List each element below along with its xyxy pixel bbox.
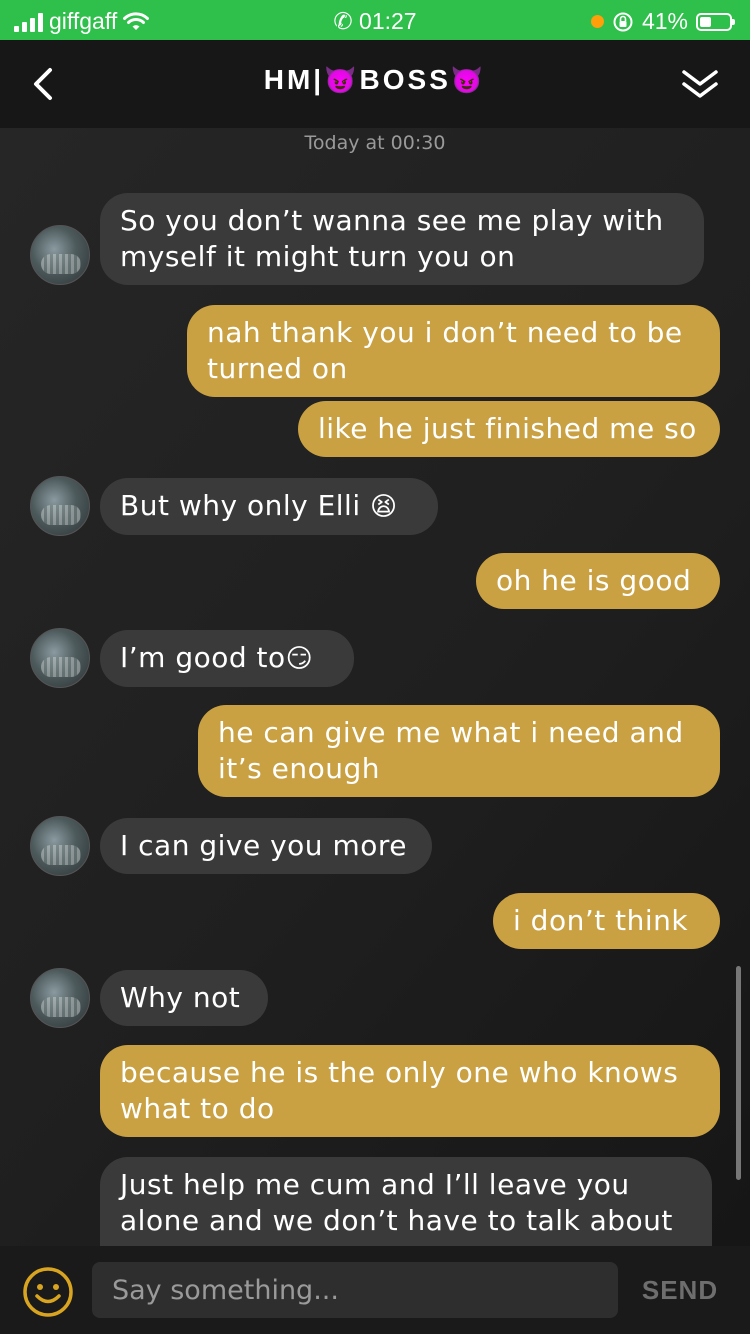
status-right: 41% [590,8,735,35]
message-line: alone and we don’t have to talk about [120,1204,673,1237]
phone-icon: ✆ [333,8,353,34]
tired-face-emoji-icon: 😫 [370,492,398,522]
message-line: myself it might turn you on [120,240,516,273]
message-line: like he just finished me so [318,412,697,445]
devil-emoji-icon: 😈 [324,65,360,95]
outgoing-message[interactable]: nah thank you i don’t need to be turned … [187,305,720,397]
composer-bar: SEND [0,1246,750,1334]
outgoing-message[interactable]: he can give me what i need and it’s enou… [198,705,720,797]
contact-avatar[interactable] [30,628,90,688]
title-prefix: HM| [263,64,325,95]
status-bar: giffgaff ✆ 01:27 41% [0,0,750,40]
double-chevron-down-icon[interactable] [678,62,722,106]
contact-avatar[interactable] [30,968,90,1028]
conversation-title[interactable]: HM|😈BOSS😈 [0,64,750,96]
message-line: But why only Elli 😫 [120,488,418,525]
message-text: But why only Elli [120,489,361,522]
title-middle: BOSS [359,64,451,95]
message-line: oh he is good [496,564,692,597]
chat-header: HM|😈BOSS😈 [0,40,750,128]
incoming-message[interactable]: But why only Elli 😫 [100,478,438,535]
incoming-message[interactable]: I can give you more [100,818,432,874]
message-input[interactable] [92,1262,618,1318]
incoming-message[interactable]: Why not [100,970,268,1026]
message-list[interactable]: Today at 00:30 So you don’t wanna see me… [0,128,750,1246]
message-line: it’s enough [218,752,381,785]
devil-emoji-icon: 😈 [450,65,487,95]
battery-percent: 41% [641,8,688,34]
contact-avatar[interactable] [30,225,90,285]
outgoing-message[interactable]: oh he is good [476,553,720,609]
incoming-message[interactable]: Just help me cum and I’ll leave you alon… [100,1157,712,1246]
message-line: he can give me what i need and [218,716,684,749]
message-line: So you don’t wanna see me play with [120,204,664,237]
message-line: I can give you more [120,829,407,862]
message-line: i don’t think [513,904,689,937]
message-line: Just help me cum and I’ll leave you [120,1168,630,1201]
contact-avatar[interactable] [30,816,90,876]
message-text: I’m good to [120,641,286,674]
message-line: because he is the only one who knows [120,1056,679,1089]
send-button[interactable]: SEND [630,1268,730,1312]
scrollbar[interactable] [736,966,741,1180]
outgoing-message[interactable]: like he just finished me so [298,401,720,457]
status-time: 01:27 [359,8,417,34]
chat-timestamp: Today at 00:30 [304,132,446,154]
contact-avatar[interactable] [30,476,90,536]
incoming-message[interactable]: I’m good to😏 [100,630,354,687]
message-line: what to do [120,1092,275,1125]
message-line: Why not [120,981,241,1014]
message-line: nah thank you i don’t need to be [207,316,683,349]
outgoing-message[interactable]: because he is the only one who knows wha… [100,1045,720,1137]
smiley-icon[interactable] [22,1266,74,1318]
orientation-lock-icon [613,12,633,31]
message-line: I’m good to😏 [120,640,334,677]
outgoing-message[interactable]: i don’t think [493,893,720,949]
incoming-message[interactable]: So you don’t wanna see me play with myse… [100,193,704,285]
mic-indicator-dot [590,15,604,28]
battery-icon [696,12,735,31]
smirk-emoji-icon: 😏 [285,644,314,674]
message-line: turned on [207,352,348,385]
